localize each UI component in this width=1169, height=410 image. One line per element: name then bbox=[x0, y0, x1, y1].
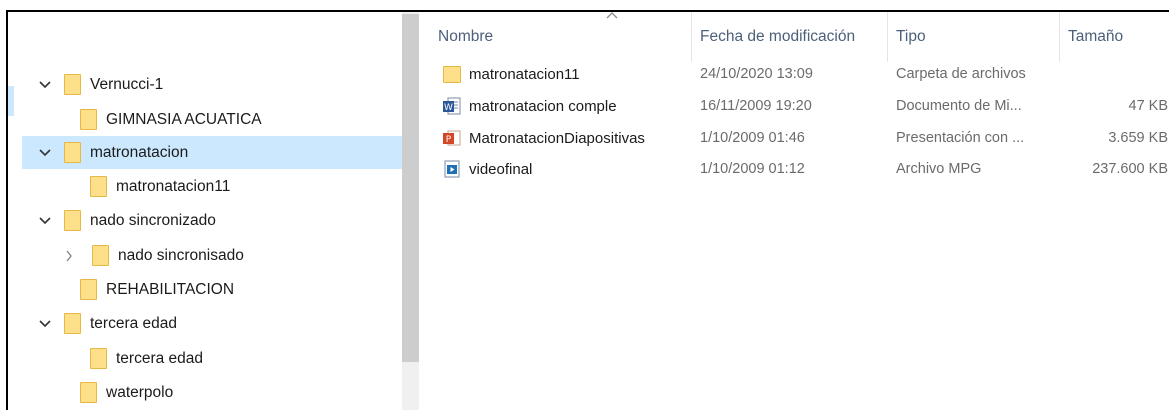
file-type: Presentación con ... bbox=[896, 130, 1025, 146]
file-size: 3.659 KB bbox=[1108, 130, 1168, 146]
tree-item-label: tercera edad bbox=[90, 314, 178, 332]
tree-item-nado-sincronisado[interactable]: nado sincronisado bbox=[22, 239, 406, 272]
tree-item-gimnasia-acuatica[interactable]: GIMNASIA ACUATICA bbox=[22, 103, 406, 136]
tree-item-label: nado sincronisado bbox=[118, 246, 244, 264]
tree-item-label: GIMNASIA ACUATICA bbox=[106, 110, 262, 128]
folder-icon bbox=[64, 313, 81, 334]
tree-item-label: Vernucci-1 bbox=[90, 75, 164, 93]
file-row-matronaciondiapositivas[interactable]: P MatronatacionDiapositivas 1/10/2009 01… bbox=[420, 125, 1169, 151]
folder-icon bbox=[442, 64, 462, 84]
column-header-label: Nombre bbox=[438, 28, 494, 45]
navigation-pane: Vernucci-1 GIMNASIA ACUATICA matronataci… bbox=[8, 12, 419, 410]
folder-icon bbox=[90, 348, 107, 369]
tree-item-label: matronatacion bbox=[90, 143, 189, 161]
file-name: videofinal bbox=[469, 160, 533, 178]
tree-item-vernucci-1[interactable]: Vernucci-1 bbox=[22, 68, 406, 101]
file-name-cell: videofinal bbox=[442, 156, 692, 182]
folder-icon bbox=[90, 176, 107, 197]
tree-item-waterpolo[interactable]: waterpolo bbox=[22, 376, 406, 409]
file-explorer-window: Vernucci-1 GIMNASIA ACUATICA matronataci… bbox=[6, 10, 1169, 410]
file-row-matronatacion-comple[interactable]: W matronatacion comple 16/11/2009 19:20 … bbox=[420, 93, 1169, 119]
file-row-videofinal[interactable]: videofinal 1/10/2009 01:12 Archivo MPG 2… bbox=[420, 156, 1169, 182]
tree-item-matronatacion11[interactable]: matronatacion11 bbox=[22, 170, 406, 203]
tree-item-nado-sincronizado[interactable]: nado sincronizado bbox=[22, 204, 406, 237]
file-size: 47 KB bbox=[1128, 98, 1169, 114]
file-modified: 1/10/2009 01:46 bbox=[700, 130, 805, 146]
tree-item-label: REHABILITACION bbox=[106, 280, 235, 298]
sort-ascending-icon bbox=[606, 12, 618, 24]
file-size bbox=[1060, 61, 1168, 87]
video-file-icon bbox=[442, 159, 462, 179]
file-name: MatronatacionDiapositivas bbox=[469, 129, 645, 147]
file-name-cell: P MatronatacionDiapositivas bbox=[442, 125, 692, 151]
tree-item-label: matronatacion11 bbox=[116, 177, 231, 195]
tree-item-label: tercera edad bbox=[116, 349, 204, 367]
word-document-icon: W bbox=[442, 96, 462, 116]
folder-icon bbox=[64, 142, 81, 163]
file-name: matronatacion comple bbox=[469, 97, 617, 115]
column-header-name[interactable]: Nombre bbox=[430, 12, 692, 62]
tree-item-rehabilitacion[interactable]: REHABILITACION bbox=[22, 273, 406, 306]
folder-icon bbox=[80, 109, 97, 130]
tree-item-tercera-edad-child[interactable]: tercera edad bbox=[22, 342, 406, 375]
file-type: Carpeta de archivos bbox=[896, 66, 1026, 82]
column-header-modified[interactable]: Fecha de modificación bbox=[692, 12, 888, 62]
file-modified: 24/10/2020 13:09 bbox=[700, 66, 813, 82]
tree-item-label: waterpolo bbox=[106, 383, 174, 401]
column-header-label: Tipo bbox=[896, 28, 926, 45]
chevron-down-icon[interactable] bbox=[38, 146, 52, 160]
folder-icon bbox=[80, 382, 97, 403]
folder-icon bbox=[64, 210, 81, 231]
column-header-label: Fecha de modificación bbox=[700, 28, 856, 45]
folder-icon bbox=[64, 74, 81, 95]
file-type: Documento de Mi... bbox=[896, 98, 1022, 114]
column-header-type[interactable]: Tipo bbox=[888, 12, 1060, 62]
file-modified: 16/11/2009 19:20 bbox=[700, 98, 812, 114]
file-list-pane: Nombre Fecha de modificación Tipo Tamaño… bbox=[420, 12, 1169, 410]
svg-text:P: P bbox=[446, 135, 452, 145]
file-row-matronatacion11[interactable]: matronatacion11 24/10/2020 13:09 Carpeta… bbox=[420, 61, 1169, 87]
tree-item-label: nado sincronizado bbox=[90, 211, 216, 229]
powerpoint-slideshow-icon: P bbox=[442, 128, 462, 148]
svg-text:W: W bbox=[444, 103, 453, 113]
file-name-cell: matronatacion11 bbox=[442, 61, 692, 87]
file-name-cell: W matronatacion comple bbox=[442, 93, 692, 119]
folder-icon bbox=[92, 245, 109, 266]
navigation-scrollbar-thumb[interactable] bbox=[402, 14, 419, 362]
column-header-label: Tamaño bbox=[1068, 28, 1124, 45]
column-header-size[interactable]: Tamaño bbox=[1060, 12, 1169, 62]
chevron-down-icon[interactable] bbox=[38, 78, 52, 92]
file-size: 237.600 KB bbox=[1092, 161, 1168, 177]
file-modified: 1/10/2009 01:12 bbox=[700, 161, 805, 177]
chevron-down-icon[interactable] bbox=[38, 317, 52, 331]
chevron-down-icon[interactable] bbox=[38, 214, 52, 228]
folder-icon bbox=[80, 279, 97, 300]
file-name: matronatacion11 bbox=[469, 65, 580, 83]
chevron-right-icon[interactable] bbox=[62, 249, 76, 263]
file-type: Archivo MPG bbox=[896, 161, 982, 177]
tree-item-matronatacion[interactable]: matronatacion bbox=[22, 136, 406, 169]
tree-item-tercera-edad[interactable]: tercera edad bbox=[22, 307, 406, 340]
navigation-pane-accent bbox=[8, 86, 14, 116]
